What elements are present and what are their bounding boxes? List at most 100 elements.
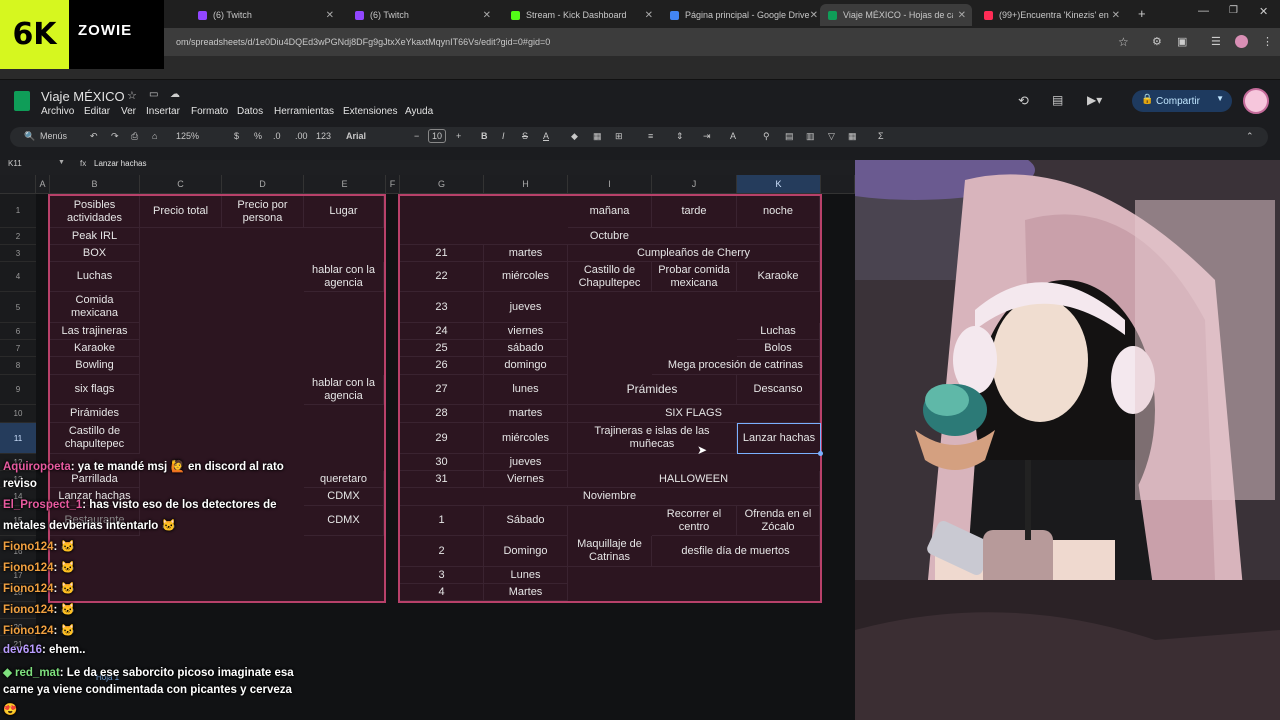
decrease-decimal-button[interactable]: .0 bbox=[273, 131, 281, 141]
comment-icon[interactable]: ▤ bbox=[1052, 93, 1063, 107]
bold-icon[interactable]: B bbox=[481, 131, 488, 141]
close-icon[interactable]: ✕ bbox=[645, 10, 653, 21]
filter-icon[interactable]: ▽ bbox=[828, 131, 835, 142]
valign-icon[interactable]: ⇕ bbox=[676, 131, 684, 142]
borders-icon[interactable]: ▦ bbox=[593, 131, 602, 142]
table-header-cell[interactable]: Precio total bbox=[140, 196, 222, 228]
star-icon[interactable]: ☆ bbox=[1118, 35, 1129, 49]
fill-handle[interactable] bbox=[818, 451, 823, 456]
weekday[interactable]: martes bbox=[484, 245, 568, 262]
weekday[interactable]: Martes bbox=[484, 584, 568, 601]
place-cell[interactable]: queretaro bbox=[304, 471, 384, 488]
wrap-icon[interactable]: ⇥ bbox=[703, 131, 711, 142]
day-number[interactable]: 21 bbox=[400, 245, 484, 262]
table-header-cell[interactable]: Posibles actividades bbox=[50, 196, 140, 228]
table-header-cell[interactable]: Precio por persona bbox=[222, 196, 304, 228]
day-number[interactable]: 23 bbox=[400, 292, 484, 323]
table-header-cell[interactable]: noche bbox=[737, 196, 820, 228]
browser-tab[interactable]: (6) Twitch ✕ bbox=[190, 4, 340, 26]
activity-cell[interactable]: Parrillada bbox=[50, 471, 140, 488]
event-cell[interactable]: Luchas bbox=[737, 323, 820, 340]
column-header-a[interactable]: A bbox=[36, 175, 50, 194]
day-number[interactable]: 22 bbox=[400, 262, 484, 292]
chevron-up-icon[interactable]: ⌃ bbox=[1246, 131, 1254, 142]
url-input[interactable]: om/spreadsheets/d/1e0Diu4DQEd3wPGNdj8DFg… bbox=[176, 37, 550, 47]
event-cell[interactable]: SIX FLAGS bbox=[568, 405, 820, 423]
list-icon[interactable]: ☰ bbox=[1211, 35, 1221, 48]
decrease-font-icon[interactable]: − bbox=[414, 131, 419, 141]
weekday[interactable]: jueves bbox=[484, 292, 568, 323]
weekday[interactable]: jueves bbox=[484, 454, 568, 471]
chevron-down-icon[interactable]: ▼ bbox=[1216, 94, 1224, 103]
link-icon[interactable]: ⚲ bbox=[763, 131, 770, 142]
column-header-e[interactable]: E bbox=[304, 175, 386, 194]
doc-title[interactable]: Viaje MÉXICO bbox=[41, 89, 125, 104]
increase-decimal-button[interactable]: .00 bbox=[295, 131, 308, 141]
selected-cell-k11[interactable]: Lanzar hachas bbox=[737, 423, 821, 454]
activity-cell[interactable]: Karaoke bbox=[50, 340, 140, 357]
month-label[interactable]: Octubre bbox=[400, 228, 820, 245]
weekday[interactable]: domingo bbox=[484, 357, 568, 375]
font-size-input[interactable]: 10 bbox=[428, 129, 447, 143]
activity-cell[interactable]: six flags bbox=[50, 375, 140, 405]
puzzle-icon[interactable]: ▣ bbox=[1177, 35, 1187, 48]
menu-herramientas[interactable]: Herramientas bbox=[274, 106, 334, 117]
event-cell[interactable]: HALLOWEEN bbox=[568, 471, 820, 488]
menu-kebab-icon[interactable]: ⋮ bbox=[1262, 35, 1273, 48]
menu-editar[interactable]: Editar bbox=[84, 106, 110, 117]
menu-search-input[interactable]: Menús bbox=[40, 131, 67, 141]
weekday[interactable]: lunes bbox=[484, 375, 568, 405]
text-color-icon[interactable]: A bbox=[543, 131, 549, 141]
place-cell[interactable]: CDMX bbox=[304, 488, 384, 506]
name-box[interactable]: K11 bbox=[8, 159, 22, 168]
row-header[interactable]: 4 bbox=[0, 262, 36, 292]
weekday[interactable]: martes bbox=[484, 405, 568, 423]
column-header-c[interactable]: C bbox=[140, 175, 222, 194]
weekday[interactable]: Lunes bbox=[484, 567, 568, 584]
day-number[interactable]: 25 bbox=[400, 340, 484, 357]
row-header[interactable]: 6 bbox=[0, 323, 36, 340]
column-header-h[interactable]: H bbox=[484, 175, 568, 194]
weekday[interactable]: Sábado bbox=[484, 506, 568, 536]
table-header-cell[interactable]: tarde bbox=[652, 196, 737, 228]
percent-button[interactable]: % bbox=[254, 131, 262, 141]
chevron-down-icon[interactable]: ▼ bbox=[58, 159, 65, 166]
day-number[interactable]: 26 bbox=[400, 357, 484, 375]
menu-extensiones[interactable]: Extensiones bbox=[343, 106, 397, 117]
corner-cell[interactable] bbox=[0, 175, 36, 194]
column-header-b[interactable]: B bbox=[50, 175, 140, 194]
weekday[interactable]: Viernes bbox=[484, 471, 568, 488]
menu-ayuda[interactable]: Ayuda bbox=[405, 106, 433, 117]
weekday[interactable]: miércoles bbox=[484, 262, 568, 292]
minimize-icon[interactable]: — bbox=[1198, 5, 1209, 17]
event-cell[interactable]: Trajineras e islas de las muñecas bbox=[568, 423, 737, 454]
print-icon[interactable]: ⎙ bbox=[131, 131, 138, 142]
column-header-f[interactable]: F bbox=[386, 175, 400, 194]
user-avatar[interactable] bbox=[1243, 88, 1269, 114]
event-cell[interactable]: Castillo de Chapultepec bbox=[568, 262, 652, 292]
menu-archivo[interactable]: Archivo bbox=[41, 106, 74, 117]
row-header[interactable]: 3 bbox=[0, 245, 36, 262]
event-cell[interactable]: Cumpleaños de Cherry bbox=[568, 245, 820, 262]
folder-icon[interactable]: ▭ bbox=[149, 89, 158, 100]
history-icon[interactable]: ⟲ bbox=[1018, 93, 1029, 109]
weekday[interactable]: sábado bbox=[484, 340, 568, 357]
paint-format-icon[interactable]: ⌂ bbox=[152, 131, 157, 141]
day-number[interactable]: 3 bbox=[400, 567, 484, 584]
event-cell[interactable]: Ofrenda en el Zócalo bbox=[737, 506, 820, 536]
day-number[interactable]: 30 bbox=[400, 454, 484, 471]
column-header-g[interactable]: G bbox=[400, 175, 484, 194]
fill-color-icon[interactable]: ◆ bbox=[571, 131, 578, 142]
meet-icon[interactable]: ▶▾ bbox=[1087, 93, 1102, 107]
menu-ver[interactable]: Ver bbox=[121, 106, 136, 117]
chart-icon[interactable]: ▥ bbox=[806, 131, 815, 142]
event-cell[interactable]: Recorrer el centro bbox=[652, 506, 737, 536]
insert-comment-icon[interactable]: ▤ bbox=[785, 131, 794, 142]
menu-datos[interactable]: Datos bbox=[237, 106, 263, 117]
row-header[interactable]: 11 bbox=[0, 423, 36, 454]
new-tab-icon[interactable]: + bbox=[1138, 6, 1146, 21]
activity-cell[interactable]: Bowling bbox=[50, 357, 140, 375]
event-cell[interactable]: Maquillaje de Catrinas bbox=[568, 536, 652, 567]
event-cell[interactable]: Karaoke bbox=[737, 262, 820, 292]
event-cell[interactable]: Prámides bbox=[568, 375, 737, 405]
